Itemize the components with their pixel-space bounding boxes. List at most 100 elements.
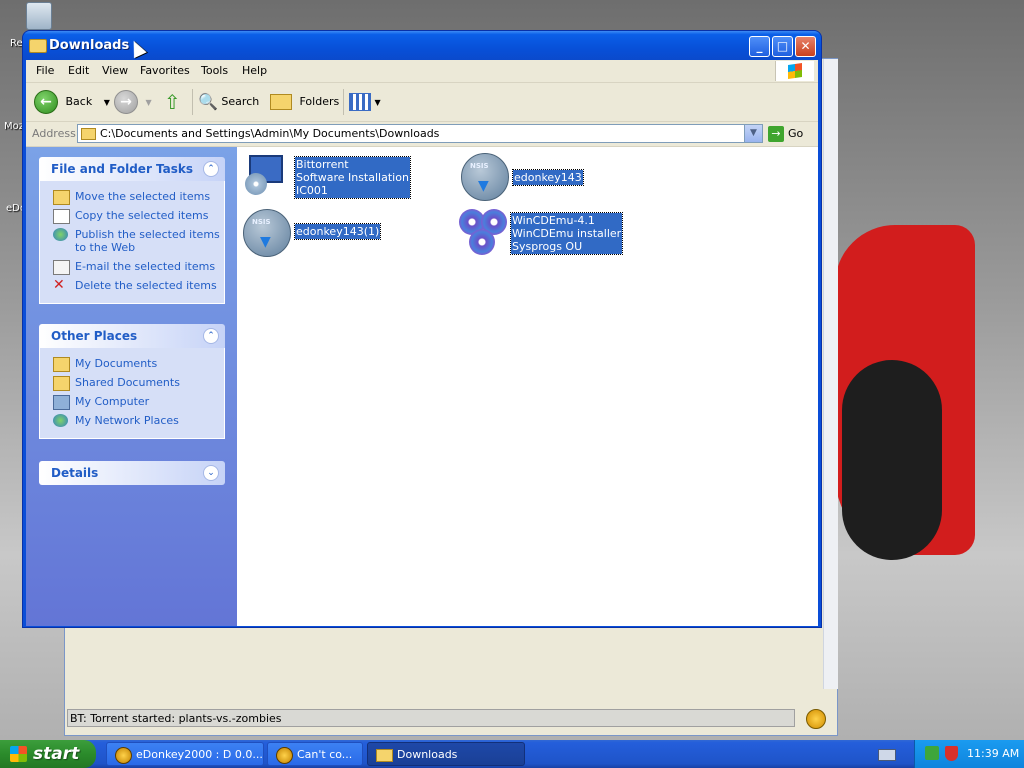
menu-help[interactable]: Help — [242, 64, 267, 77]
back-button[interactable]: ← Back ▼ — [34, 90, 110, 114]
panel-header[interactable]: Details ⌄ — [39, 461, 225, 485]
menu-file[interactable]: File — [36, 64, 54, 77]
address-input[interactable]: C:\Documents and Settings\Admin\My Docum… — [77, 124, 763, 143]
menu-tools[interactable]: Tools — [201, 64, 228, 77]
recycle-bin-icon[interactable] — [26, 2, 52, 30]
taskbar-item-label: Can't co... — [297, 748, 353, 761]
place-my-network-places[interactable]: My Network Places — [40, 411, 224, 430]
task-label: Copy the selected items — [75, 209, 209, 222]
place-label: My Documents — [75, 357, 158, 370]
views-dropdown-icon: ▼ — [374, 98, 381, 107]
forward-dropdown-icon[interactable]: ▼ — [146, 98, 152, 107]
explorer-window[interactable]: Downloads _ □ ✕ File Edit View Favorites… — [22, 30, 822, 628]
windows-flag-icon — [10, 746, 27, 762]
address-dropdown-icon[interactable]: ▼ — [744, 125, 762, 142]
go-button[interactable]: → Go — [768, 125, 803, 143]
panel-title: Details — [51, 466, 99, 480]
installer-icon — [243, 153, 289, 199]
forward-button[interactable]: → ▼ — [114, 90, 152, 114]
window-title: Downloads — [49, 38, 130, 53]
place-my-documents[interactable]: My Documents — [40, 354, 224, 373]
file-label: Bittorrent Software Installation IC001 — [294, 156, 411, 199]
edonkey-scrollbar[interactable] — [823, 59, 838, 689]
folders-button[interactable]: Folders — [270, 90, 339, 114]
menu-view[interactable]: View — [102, 64, 128, 77]
chevron-down-icon[interactable]: ⌄ — [203, 465, 219, 481]
file-label: edonkey143(1) — [293, 223, 382, 240]
minimize-button[interactable]: _ — [749, 36, 770, 57]
up-folder-icon[interactable]: ⇧ — [164, 90, 181, 114]
taskbar-item-cant-connect[interactable]: Can't co... — [267, 742, 363, 766]
place-label: My Network Places — [75, 414, 179, 427]
clock[interactable]: 11:39 AM — [967, 747, 1019, 760]
taskbar-item-downloads[interactable]: Downloads — [367, 742, 525, 766]
file-company: IC001 — [296, 184, 328, 197]
back-arrow-icon: ← — [34, 90, 58, 114]
file-list[interactable]: Bittorrent Software Installation IC001 N… — [237, 147, 818, 626]
taskbar: start eDonkey2000 : D 0.0... Can't co...… — [0, 740, 1024, 768]
chevron-up-icon[interactable]: ⌃ — [203, 161, 219, 177]
nsis-icon-text: NSIS — [470, 162, 489, 170]
file-name: edonkey143 — [514, 171, 582, 184]
task-label: Publish the selected items to the Web — [75, 228, 220, 254]
start-button[interactable]: start — [0, 740, 96, 768]
download-arrow-icon: ▼ — [260, 234, 271, 250]
taskbar-item-label: Downloads — [397, 748, 458, 761]
toolbar-separator — [192, 89, 193, 115]
menu-edit[interactable]: Edit — [68, 64, 89, 77]
folders-icon — [270, 94, 292, 110]
windows-flag-icon — [788, 63, 802, 79]
security-shield-icon[interactable] — [945, 746, 958, 761]
task-delete[interactable]: ✕ Delete the selected items — [40, 276, 224, 295]
place-label: My Computer — [75, 395, 150, 408]
computer-icon — [53, 395, 70, 410]
menu-favorites[interactable]: Favorites — [140, 64, 190, 77]
maximize-button[interactable]: □ — [772, 36, 793, 57]
cd-shape — [245, 173, 267, 195]
folders-label: Folders — [299, 95, 340, 108]
taskbar-item-edonkey[interactable]: eDonkey2000 : D 0.0... — [106, 742, 264, 766]
network-tray-icon[interactable] — [925, 746, 939, 760]
file-type: Software Installation — [296, 171, 409, 184]
file-name: Bittorrent — [296, 158, 349, 171]
chevron-up-icon[interactable]: ⌃ — [203, 328, 219, 344]
file-label: edonkey143 — [512, 169, 584, 186]
views-button[interactable]: ▼ — [349, 90, 381, 114]
task-email[interactable]: E-mail the selected items — [40, 257, 224, 276]
place-my-computer[interactable]: My Computer — [40, 392, 224, 411]
envelope-icon — [53, 260, 70, 275]
forward-arrow-icon: → — [114, 90, 138, 114]
nsis-icon-text: NSIS — [252, 218, 271, 226]
go-label: Go — [788, 127, 804, 140]
desktop-icon-label-mozilla[interactable]: Moz — [4, 121, 24, 132]
download-arrow-icon: ▼ — [478, 178, 489, 194]
panel-header[interactable]: File and Folder Tasks ⌃ — [39, 157, 225, 181]
search-button[interactable]: 🔍 Search — [198, 90, 259, 114]
start-label: start — [33, 744, 80, 764]
task-copy[interactable]: Copy the selected items — [40, 206, 224, 225]
panel-header[interactable]: Other Places ⌃ — [39, 324, 225, 348]
file-company: Sysprogs OU — [512, 240, 583, 253]
address-bar: Address C:\Documents and Settings\Admin\… — [26, 122, 818, 147]
edonkey-status-bar: BT: Torrent started: plants-vs.-zombies — [67, 709, 795, 727]
file-name: WinCDEmu-4.1 — [512, 214, 595, 227]
place-shared-documents[interactable]: Shared Documents — [40, 373, 224, 392]
search-icon: 🔍 — [198, 92, 218, 111]
edonkey-icon — [115, 747, 132, 764]
close-button[interactable]: ✕ — [795, 36, 816, 57]
folder-icon — [376, 749, 393, 762]
desktop-icon-label-recycle[interactable]: Re — [10, 38, 23, 49]
windows-logo — [775, 61, 814, 81]
nsis-installer-icon: NSIS ▼ — [243, 209, 291, 257]
other-places-panel: Other Places ⌃ My Documents Shared Docum… — [39, 324, 225, 439]
back-dropdown-icon[interactable]: ▼ — [104, 98, 110, 107]
disc-shape — [469, 229, 495, 255]
panel-title: Other Places — [51, 329, 138, 343]
task-label: Move the selected items — [75, 190, 211, 203]
task-move[interactable]: Move the selected items — [40, 187, 224, 206]
edonkey-status-icon[interactable] — [806, 709, 826, 729]
menu-bar: File Edit View Favorites Tools Help — [26, 60, 818, 83]
keyboard-icon[interactable] — [878, 749, 896, 761]
address-value: C:\Documents and Settings\Admin\My Docum… — [100, 127, 440, 140]
task-publish[interactable]: Publish the selected items to the Web — [40, 225, 224, 257]
